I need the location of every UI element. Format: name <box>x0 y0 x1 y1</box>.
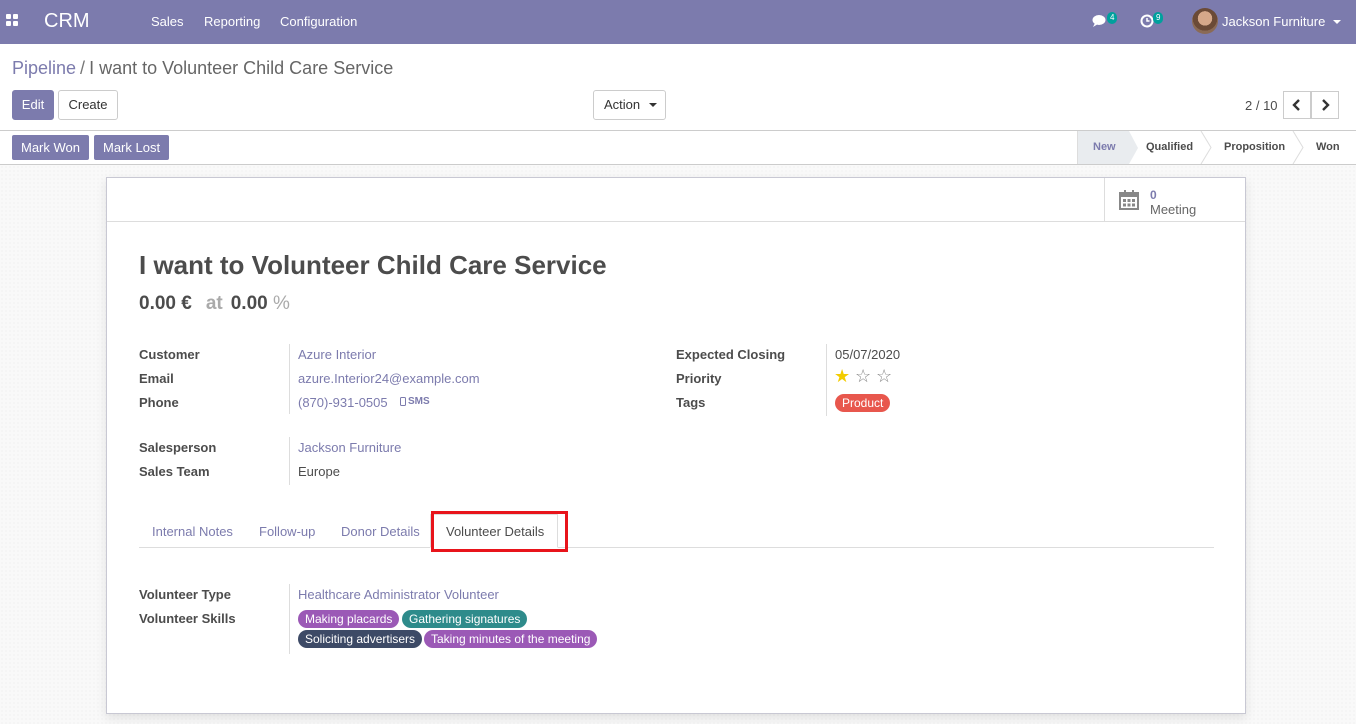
messages-icon[interactable] <box>1092 14 1108 28</box>
pager-previous-button[interactable] <box>1283 91 1311 119</box>
statusbar: Mark Won Mark Lost New Qualified Proposi… <box>0 131 1356 165</box>
apps-menu-icon[interactable] <box>6 14 18 26</box>
tags-label: Tags <box>676 395 706 410</box>
breadcrumb: Pipeline / I want to Volunteer Child Care … <box>12 58 393 79</box>
priority-star-icon[interactable]: ☆ <box>855 367 871 385</box>
breadcrumb-pipeline[interactable]: Pipeline <box>12 58 76 78</box>
skill-tag[interactable]: Gathering signatures <box>402 610 528 628</box>
salesperson-field[interactable]: Jackson Furniture <box>298 440 401 455</box>
phone-label: Phone <box>139 395 179 410</box>
meeting-label: Meeting <box>1150 202 1197 217</box>
field-separator <box>289 584 290 654</box>
tab-follow-up[interactable]: Follow-up <box>259 524 315 539</box>
field-separator <box>289 344 290 414</box>
stage-qualified[interactable]: Qualified <box>1146 131 1193 164</box>
stage-proposition[interactable]: Proposition <box>1224 131 1285 164</box>
pager-value[interactable]: 2 / 10 <box>1245 98 1278 113</box>
stage-separator <box>1292 131 1304 164</box>
stage-separator <box>1200 131 1212 164</box>
menu-sales[interactable]: Sales <box>151 14 184 29</box>
meeting-count: 0 <box>1150 188 1157 202</box>
user-menu-name[interactable]: Jackson Furniture <box>1222 14 1325 29</box>
stage-new[interactable]: New <box>1077 131 1129 164</box>
sms-button[interactable]: SMS <box>408 396 430 407</box>
volunteer-skills-label: Volunteer Skills <box>139 611 236 626</box>
email-field[interactable]: azure.Interior24@example.com <box>298 371 480 386</box>
chevron-left-icon <box>1292 99 1300 111</box>
mark-won-button[interactable]: Mark Won <box>12 135 89 160</box>
field-separator <box>826 344 827 416</box>
app-name[interactable]: CRM <box>44 10 90 33</box>
activities-badge: 9 <box>1153 12 1164 24</box>
phone-field[interactable]: (870)-931-0505 <box>298 395 388 410</box>
pager-next-button[interactable] <box>1311 91 1339 119</box>
expected-closing-label: Expected Closing <box>676 347 786 362</box>
create-button[interactable]: Create <box>58 90 118 120</box>
top-navbar: CRM Sales Reporting Configuration 4 9 Ja… <box>0 0 1356 44</box>
probability-value: 0.00 <box>230 293 268 314</box>
expected-closing-field[interactable]: 05/07/2020 <box>835 347 900 362</box>
action-caret-icon <box>649 103 657 107</box>
stage-won[interactable]: Won <box>1316 131 1340 164</box>
probability-unit: % <box>273 293 290 314</box>
skill-tag[interactable]: Soliciting advertisers <box>298 630 423 648</box>
customer-label: Customer <box>139 347 200 362</box>
user-menu-caret-icon[interactable] <box>1333 20 1341 24</box>
skill-tag[interactable]: Making placards <box>298 610 400 628</box>
email-label: Email <box>139 371 174 386</box>
sales-team-label: Sales Team <box>139 464 210 479</box>
field-separator <box>289 437 290 485</box>
meeting-smart-button[interactable]: 0 Meeting <box>1104 178 1245 222</box>
revenue-line: 0.00 € at 0.00 % <box>139 293 290 315</box>
smart-button-box: 0 Meeting <box>107 178 1245 222</box>
activities-clock-icon[interactable] <box>1140 14 1154 28</box>
menu-reporting[interactable]: Reporting <box>204 14 260 29</box>
chevron-right-icon <box>1322 99 1330 111</box>
form-sheet: 0 Meeting I want to Volunteer Child Care… <box>106 177 1246 714</box>
menu-configuration[interactable]: Configuration <box>280 14 357 29</box>
stage-separator <box>1129 131 1138 164</box>
tab-highlight-annotation <box>431 511 568 552</box>
action-label: Action <box>604 97 641 112</box>
mobile-icon <box>400 397 406 406</box>
calendar-icon <box>1119 190 1139 210</box>
tab-internal-notes[interactable]: Internal Notes <box>152 524 233 539</box>
edit-button[interactable]: Edit <box>12 90 54 120</box>
breadcrumb-current: I want to Volunteer Child Care Service <box>89 58 394 78</box>
priority-star-icon[interactable]: ★ <box>834 367 850 385</box>
customer-field[interactable]: Azure Interior <box>298 347 376 362</box>
action-dropdown[interactable]: Action <box>593 90 666 120</box>
priority-star-icon[interactable]: ☆ <box>876 367 892 385</box>
skill-tag[interactable]: Taking minutes of the meeting <box>424 630 598 648</box>
user-avatar[interactable] <box>1192 8 1218 34</box>
salesperson-label: Salesperson <box>139 440 217 455</box>
breadcrumb-separator: / <box>80 58 86 78</box>
revenue-at-label: at <box>205 293 223 314</box>
tab-donor-details[interactable]: Donor Details <box>341 524 420 539</box>
volunteer-type-label: Volunteer Type <box>139 587 231 602</box>
mark-lost-button[interactable]: Mark Lost <box>94 135 170 160</box>
tag-product[interactable]: Product <box>835 394 891 412</box>
priority-label: Priority <box>676 371 722 386</box>
sales-team-field[interactable]: Europe <box>298 464 340 479</box>
volunteer-type-field[interactable]: Healthcare Administrator Volunteer <box>298 587 499 602</box>
messages-badge: 4 <box>1107 12 1118 24</box>
expected-revenue: 0.00 € <box>139 293 192 314</box>
lead-title[interactable]: I want to Volunteer Child Care Service <box>139 250 607 281</box>
tabs-underline <box>139 547 1214 548</box>
